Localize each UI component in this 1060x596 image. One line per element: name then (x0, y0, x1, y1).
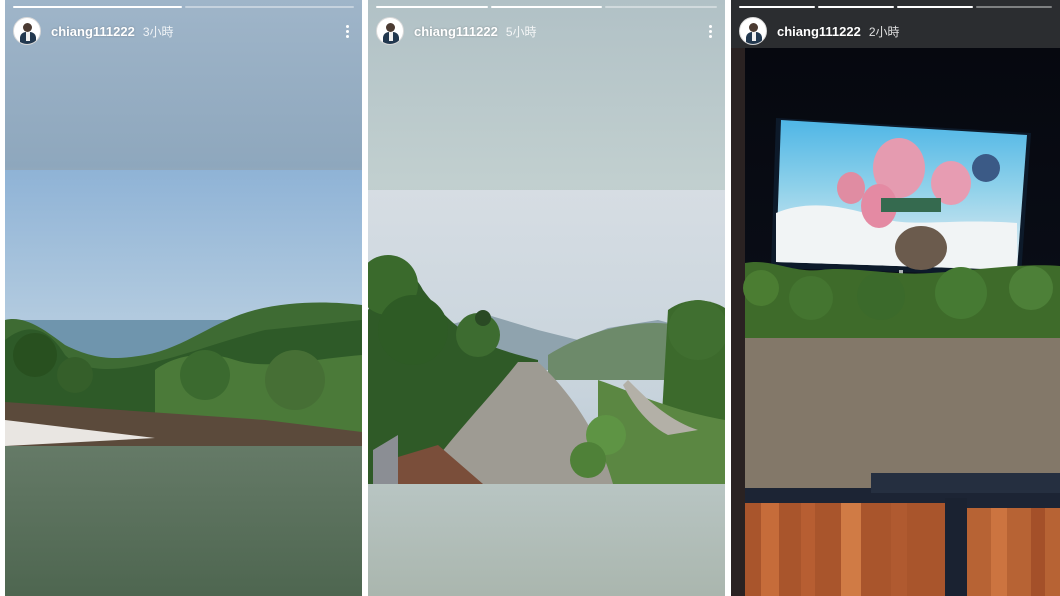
avatar[interactable] (13, 17, 41, 45)
post-time: 2小時 (868, 24, 900, 39)
progress-segment (185, 6, 354, 8)
progress-segment-fill (897, 6, 973, 8)
avatar[interactable] (376, 17, 404, 45)
more-options-icon[interactable] (340, 22, 354, 40)
progress-segment (605, 6, 718, 8)
progress-segment-fill (739, 6, 815, 8)
progress-segment-fill (490, 6, 603, 8)
story-header: chiang111222 2小時 (739, 14, 1052, 48)
progress-segment-fill (376, 6, 488, 8)
username[interactable]: chiang111222 (51, 24, 135, 39)
story-progress-bar (376, 6, 718, 8)
story-panel-1[interactable]: chiang111222 3小時 (5, 0, 362, 596)
progress-segment-fill (818, 6, 894, 8)
progress-segment (376, 6, 488, 8)
story-progress-bar (739, 6, 1052, 8)
progress-segment (818, 6, 894, 8)
post-time: 5小時 (505, 24, 537, 39)
username[interactable]: chiang111222 (414, 24, 498, 39)
story-header: chiang111222 5小時 (376, 14, 717, 48)
progress-segment (739, 6, 815, 8)
story-photo-mountain-road (368, 190, 725, 484)
progress-segment-fill (13, 6, 182, 8)
avatar[interactable] (739, 17, 767, 45)
progress-segment (897, 6, 973, 8)
story-progress-bar (13, 6, 354, 8)
username[interactable]: chiang111222 (777, 24, 861, 39)
progress-segment (13, 6, 182, 8)
story-photo-sea-mountain (5, 170, 362, 446)
story-photo-outdoor-movie (731, 48, 1060, 596)
story-panel-2[interactable]: chiang111222 5小時 (368, 0, 725, 596)
progress-segment (976, 6, 1052, 8)
progress-segment (490, 6, 603, 8)
story-panel-3[interactable]: chiang111222 2小時 (731, 0, 1060, 596)
story-header: chiang111222 3小時 (13, 14, 354, 48)
post-time: 3小時 (142, 24, 174, 39)
more-options-icon[interactable] (703, 22, 717, 40)
